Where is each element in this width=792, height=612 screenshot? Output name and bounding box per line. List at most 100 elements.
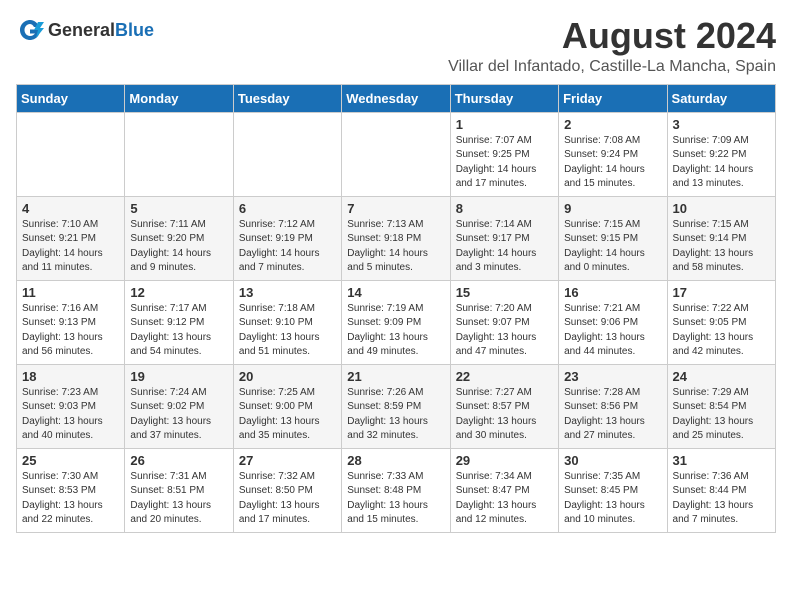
day-info: Sunrise: 7:29 AM Sunset: 8:54 PM Dayligh… (673, 386, 770, 444)
weekday-header-row: SundayMondayTuesdayWednesdayThursdayFrid… (17, 84, 776, 112)
calendar-day-cell: 8 Sunrise: 7:14 AM Sunset: 9:17 PM Daylig… (450, 196, 558, 280)
day-number: 24 (673, 369, 770, 384)
day-number: 7 (347, 201, 444, 216)
weekday-header-tuesday: Tuesday (233, 84, 341, 112)
day-info: Sunrise: 7:16 AM Sunset: 9:13 PM Dayligh… (22, 302, 119, 360)
day-number: 31 (673, 453, 770, 468)
day-number: 22 (456, 369, 553, 384)
calendar-day-cell: 13 Sunrise: 7:18 AM Sunset: 9:10 PM Dayli… (233, 280, 341, 364)
calendar-day-cell: 7 Sunrise: 7:13 AM Sunset: 9:18 PM Daylig… (342, 196, 450, 280)
day-info: Sunrise: 7:36 AM Sunset: 8:44 PM Dayligh… (673, 470, 770, 528)
calendar-day-cell: 15Sunrise: 7:20 AM Sunset: 9:07 PM Dayli… (450, 280, 558, 364)
calendar-week-4: 18Sunrise: 7:23 AM Sunset: 9:03 PM Dayli… (17, 364, 776, 448)
logo-icon (16, 16, 44, 44)
calendar-day-cell (342, 112, 450, 196)
calendar-day-cell: 30Sunrise: 7:35 AM Sunset: 8:45 PM Dayli… (559, 448, 667, 532)
day-number: 10 (673, 201, 770, 216)
calendar-day-cell: 11 Sunrise: 7:16 AM Sunset: 9:13 PM Dayli… (17, 280, 125, 364)
day-number: 11 (22, 285, 119, 300)
weekday-header-sunday: Sunday (17, 84, 125, 112)
calendar-week-2: 4 Sunrise: 7:10 AM Sunset: 9:21 PM Daylig… (17, 196, 776, 280)
day-number: 8 (456, 201, 553, 216)
calendar-day-cell: 10 Sunrise: 7:15 AM Sunset: 9:14 PM Dayli… (667, 196, 775, 280)
calendar-day-cell: 27 Sunrise: 7:32 AM Sunset: 8:50 PM Dayli… (233, 448, 341, 532)
day-number: 4 (22, 201, 119, 216)
main-title: August 2024 (154, 16, 776, 56)
day-number: 1 (456, 117, 553, 132)
day-number: 23 (564, 369, 661, 384)
day-info: Sunrise: 7:23 AM Sunset: 9:03 PM Dayligh… (22, 386, 119, 444)
day-info: Sunrise: 7:21 AM Sunset: 9:06 PM Dayligh… (564, 302, 661, 360)
calendar-day-cell: 18Sunrise: 7:23 AM Sunset: 9:03 PM Dayli… (17, 364, 125, 448)
calendar-day-cell: 17 Sunrise: 7:22 AM Sunset: 9:05 PM Dayli… (667, 280, 775, 364)
calendar-body: 1 Sunrise: 7:07 AM Sunset: 9:25 PM Daylig… (17, 112, 776, 532)
day-info: Sunrise: 7:30 AM Sunset: 8:53 PM Dayligh… (22, 470, 119, 528)
day-number: 29 (456, 453, 553, 468)
calendar-day-cell: 28Sunrise: 7:33 AM Sunset: 8:48 PM Dayli… (342, 448, 450, 532)
day-number: 5 (130, 201, 227, 216)
calendar-day-cell: 12Sunrise: 7:17 AM Sunset: 9:12 PM Dayli… (125, 280, 233, 364)
day-info: Sunrise: 7:22 AM Sunset: 9:05 PM Dayligh… (673, 302, 770, 360)
day-info: Sunrise: 7:17 AM Sunset: 9:12 PM Dayligh… (130, 302, 227, 360)
calendar: SundayMondayTuesdayWednesdayThursdayFrid… (16, 84, 776, 533)
subtitle: Villar del Infantado, Castille-La Mancha… (154, 58, 776, 76)
day-number: 21 (347, 369, 444, 384)
day-info: Sunrise: 7:07 AM Sunset: 9:25 PM Dayligh… (456, 134, 553, 192)
logo-text: GeneralBlue (48, 20, 154, 41)
day-number: 20 (239, 369, 336, 384)
calendar-day-cell: 16 Sunrise: 7:21 AM Sunset: 9:06 PM Dayli… (559, 280, 667, 364)
calendar-day-cell: 26Sunrise: 7:31 AM Sunset: 8:51 PM Dayli… (125, 448, 233, 532)
day-number: 6 (239, 201, 336, 216)
day-info: Sunrise: 7:12 AM Sunset: 9:19 PM Dayligh… (239, 218, 336, 276)
calendar-day-cell: 25 Sunrise: 7:30 AM Sunset: 8:53 PM Dayli… (17, 448, 125, 532)
calendar-day-cell: 4 Sunrise: 7:10 AM Sunset: 9:21 PM Daylig… (17, 196, 125, 280)
day-info: Sunrise: 7:31 AM Sunset: 8:51 PM Dayligh… (130, 470, 227, 528)
calendar-day-cell: 14 Sunrise: 7:19 AM Sunset: 9:09 PM Dayli… (342, 280, 450, 364)
day-number: 25 (22, 453, 119, 468)
day-info: Sunrise: 7:09 AM Sunset: 9:22 PM Dayligh… (673, 134, 770, 192)
calendar-day-cell: 21 Sunrise: 7:26 AM Sunset: 8:59 PM Dayli… (342, 364, 450, 448)
calendar-day-cell (233, 112, 341, 196)
logo: GeneralBlue (16, 16, 154, 44)
calendar-day-cell: 2 Sunrise: 7:08 AM Sunset: 9:24 PM Daylig… (559, 112, 667, 196)
weekday-header-saturday: Saturday (667, 84, 775, 112)
day-info: Sunrise: 7:10 AM Sunset: 9:21 PM Dayligh… (22, 218, 119, 276)
day-number: 17 (673, 285, 770, 300)
day-number: 9 (564, 201, 661, 216)
calendar-day-cell: 29 Sunrise: 7:34 AM Sunset: 8:47 PM Dayli… (450, 448, 558, 532)
calendar-week-5: 25 Sunrise: 7:30 AM Sunset: 8:53 PM Dayli… (17, 448, 776, 532)
calendar-day-cell: 19 Sunrise: 7:24 AM Sunset: 9:02 PM Dayli… (125, 364, 233, 448)
day-number: 19 (130, 369, 227, 384)
day-info: Sunrise: 7:08 AM Sunset: 9:24 PM Dayligh… (564, 134, 661, 192)
day-info: Sunrise: 7:15 AM Sunset: 9:15 PM Dayligh… (564, 218, 661, 276)
calendar-header: SundayMondayTuesdayWednesdayThursdayFrid… (17, 84, 776, 112)
day-info: Sunrise: 7:20 AM Sunset: 9:07 PM Dayligh… (456, 302, 553, 360)
calendar-day-cell: 24 Sunrise: 7:29 AM Sunset: 8:54 PM Dayli… (667, 364, 775, 448)
day-number: 3 (673, 117, 770, 132)
day-info: Sunrise: 7:19 AM Sunset: 9:09 PM Dayligh… (347, 302, 444, 360)
calendar-day-cell: 1 Sunrise: 7:07 AM Sunset: 9:25 PM Daylig… (450, 112, 558, 196)
weekday-header-thursday: Thursday (450, 84, 558, 112)
day-number: 14 (347, 285, 444, 300)
day-number: 2 (564, 117, 661, 132)
calendar-day-cell: 22 Sunrise: 7:27 AM Sunset: 8:57 PM Dayli… (450, 364, 558, 448)
day-number: 16 (564, 285, 661, 300)
day-number: 30 (564, 453, 661, 468)
day-info: Sunrise: 7:27 AM Sunset: 8:57 PM Dayligh… (456, 386, 553, 444)
day-info: Sunrise: 7:18 AM Sunset: 9:10 PM Dayligh… (239, 302, 336, 360)
day-info: Sunrise: 7:13 AM Sunset: 9:18 PM Dayligh… (347, 218, 444, 276)
calendar-day-cell: 5Sunrise: 7:11 AM Sunset: 9:20 PM Daylig… (125, 196, 233, 280)
day-number: 27 (239, 453, 336, 468)
day-info: Sunrise: 7:34 AM Sunset: 8:47 PM Dayligh… (456, 470, 553, 528)
header: GeneralBlue August 2024 Villar del Infan… (16, 16, 776, 76)
day-info: Sunrise: 7:24 AM Sunset: 9:02 PM Dayligh… (130, 386, 227, 444)
day-info: Sunrise: 7:25 AM Sunset: 9:00 PM Dayligh… (239, 386, 336, 444)
day-info: Sunrise: 7:14 AM Sunset: 9:17 PM Dayligh… (456, 218, 553, 276)
calendar-day-cell: 3 Sunrise: 7:09 AM Sunset: 9:22 PM Daylig… (667, 112, 775, 196)
calendar-day-cell: 9 Sunrise: 7:15 AM Sunset: 9:15 PM Daylig… (559, 196, 667, 280)
day-number: 13 (239, 285, 336, 300)
day-info: Sunrise: 7:26 AM Sunset: 8:59 PM Dayligh… (347, 386, 444, 444)
calendar-day-cell: 20 Sunrise: 7:25 AM Sunset: 9:00 PM Dayli… (233, 364, 341, 448)
day-info: Sunrise: 7:15 AM Sunset: 9:14 PM Dayligh… (673, 218, 770, 276)
day-info: Sunrise: 7:32 AM Sunset: 8:50 PM Dayligh… (239, 470, 336, 528)
